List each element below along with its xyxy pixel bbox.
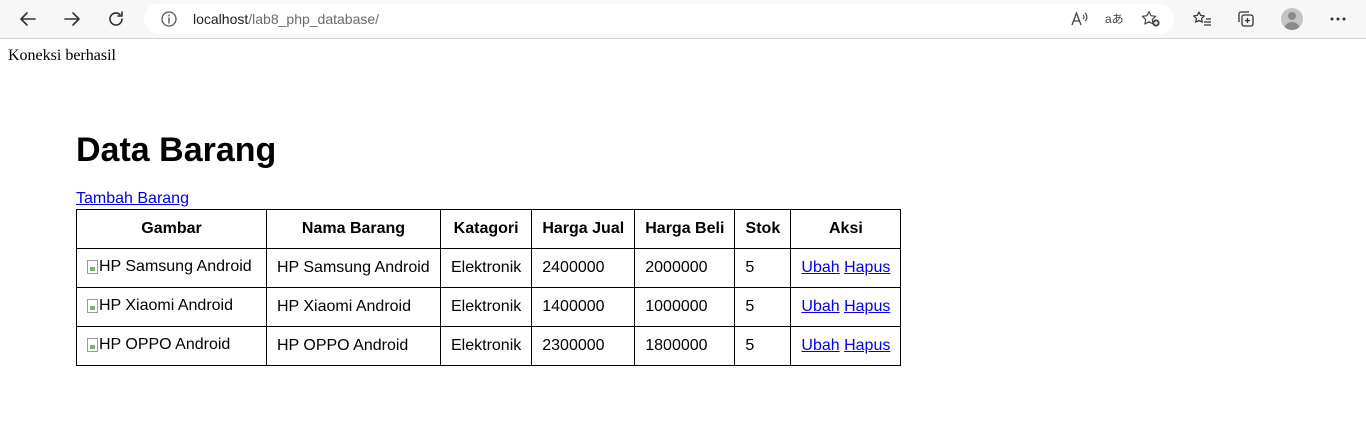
page-title: Data Barang: [76, 131, 277, 169]
favorites-list-icon: [1193, 11, 1211, 26]
read-aloud-icon: [1071, 11, 1088, 26]
star-add-icon: [1141, 10, 1160, 27]
broken-image-icon: [87, 298, 98, 313]
broken-image-icon: [87, 259, 98, 274]
more-dots-icon: [1330, 17, 1346, 21]
cell-kategori: Elektronik: [439, 287, 533, 327]
forward-button[interactable]: [56, 4, 88, 34]
url-host: localhost: [193, 11, 249, 27]
broken-image: HP Samsung Android: [87, 258, 252, 276]
cell-harga-beli: 1000000: [634, 287, 736, 327]
info-icon[interactable]: [160, 10, 178, 28]
url-path: /lab8_php_database/: [248, 11, 380, 27]
add-item-link[interactable]: Tambah Barang: [76, 190, 189, 208]
cell-harga-beli: 1800000: [634, 326, 736, 366]
cell-aksi: Ubah Hapus: [790, 287, 902, 327]
cell-stok: 5: [734, 248, 792, 288]
connection-status: Koneksi berhasil: [8, 47, 116, 64]
image-alt-text: HP Xiaomi Android: [99, 296, 233, 314]
cell-kategori: Elektronik: [439, 248, 533, 288]
cell-gambar: HP Samsung Android: [76, 248, 267, 288]
broken-image: HP OPPO Android: [87, 336, 230, 354]
collections-icon: [1238, 11, 1254, 27]
header-harga-beli: Harga Beli: [634, 209, 736, 249]
more-menu-button[interactable]: [1322, 4, 1354, 34]
cell-gambar: HP Xiaomi Android: [76, 287, 267, 327]
read-aloud-button[interactable]: [1069, 9, 1091, 29]
cell-harga-beli: 2000000: [634, 248, 736, 288]
arrow-right-icon: [64, 12, 80, 26]
cell-gambar: HP OPPO Android: [76, 326, 267, 366]
image-alt-text: HP OPPO Android: [99, 335, 231, 353]
image-alt-text: HP Samsung Android: [99, 257, 252, 275]
header-stok: Stok: [734, 209, 792, 249]
header-gambar: Gambar: [76, 209, 267, 249]
edit-link[interactable]: Ubah: [801, 259, 839, 276]
cell-kategori: Elektronik: [439, 326, 533, 366]
cell-harga-jual: 1400000: [531, 287, 636, 327]
broken-image-icon: [87, 337, 98, 352]
arrow-left-icon: [20, 12, 36, 26]
cell-harga-jual: 2300000: [531, 326, 636, 366]
header-aksi: Aksi: [790, 209, 902, 249]
url-text[interactable]: localhost/lab8_php_database/: [193, 11, 379, 27]
collections-button[interactable]: [1230, 4, 1262, 34]
cell-nama: HP OPPO Android: [266, 326, 441, 366]
cell-aksi: Ubah Hapus: [790, 248, 902, 288]
refresh-icon: [109, 11, 123, 26]
table-header-row: Gambar Nama Barang Katagori Harga Jual H…: [76, 209, 902, 249]
table-row: HP OPPO Android HP OPPO Android Elektron…: [76, 326, 902, 366]
refresh-button[interactable]: [100, 4, 132, 34]
delete-link[interactable]: Hapus: [844, 259, 890, 276]
edit-link[interactable]: Ubah: [801, 337, 839, 354]
header-katagori: Katagori: [439, 209, 533, 249]
translate-icon: aあ: [1105, 12, 1124, 26]
cell-harga-jual: 2400000: [531, 248, 636, 288]
delete-link[interactable]: Hapus: [844, 298, 890, 315]
table-row: HP Xiaomi Android HP Xiaomi Android Elek…: [76, 287, 902, 327]
cell-nama: HP Xiaomi Android: [266, 287, 441, 327]
translate-button[interactable]: aあ: [1104, 9, 1126, 29]
favorites-button[interactable]: [1186, 4, 1218, 34]
items-table: Gambar Nama Barang Katagori Harga Jual H…: [76, 209, 902, 366]
cell-nama: HP Samsung Android: [266, 248, 441, 288]
add-favorite-button[interactable]: [1140, 9, 1162, 29]
delete-link[interactable]: Hapus: [844, 337, 890, 354]
address-bar[interactable]: localhost/lab8_php_database/ aあ: [144, 4, 1174, 34]
header-nama-barang: Nama Barang: [266, 209, 441, 249]
cell-aksi: Ubah Hapus: [790, 326, 902, 366]
profile-avatar[interactable]: [1281, 8, 1303, 30]
table-row: HP Samsung Android HP Samsung Android El…: [76, 248, 902, 288]
cell-stok: 5: [734, 326, 792, 366]
svg-text:aあ: aあ: [1105, 12, 1124, 26]
broken-image: HP Xiaomi Android: [87, 297, 233, 315]
cell-stok: 5: [734, 287, 792, 327]
back-button[interactable]: [12, 4, 44, 34]
edit-link[interactable]: Ubah: [801, 298, 839, 315]
browser-toolbar: localhost/lab8_php_database/ aあ: [0, 0, 1366, 39]
header-harga-jual: Harga Jual: [531, 209, 636, 249]
